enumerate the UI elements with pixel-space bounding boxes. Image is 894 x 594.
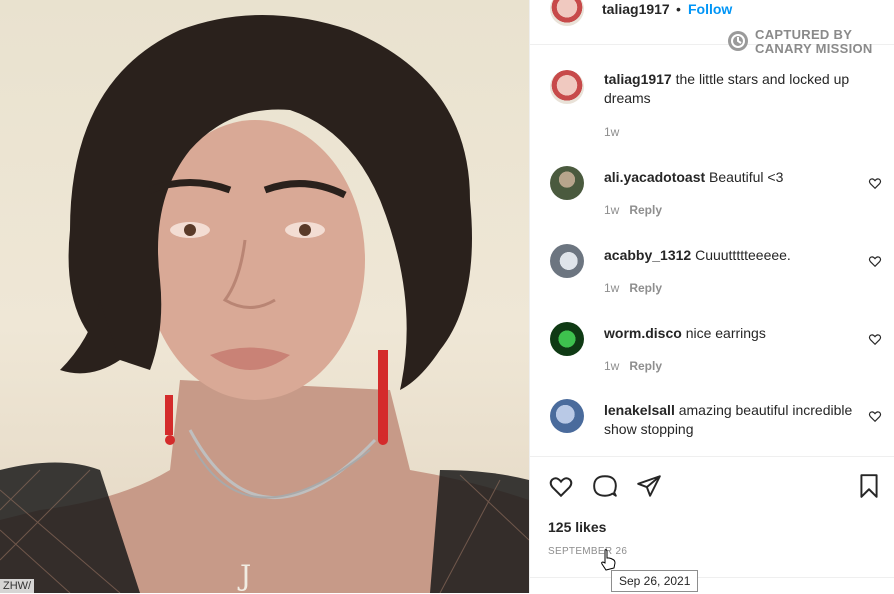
like-comment-heart-icon[interactable] [868, 176, 882, 190]
svg-text:J: J [237, 559, 251, 592]
like-comment-heart-icon[interactable] [868, 254, 882, 268]
capture-watermark: CAPTURED BY CANARY MISSION [728, 27, 888, 57]
save-bookmark-icon[interactable] [856, 473, 882, 499]
comment-meta: 1w Reply [604, 281, 662, 295]
commenter-avatar[interactable] [550, 244, 584, 278]
caption-meta: 1w [604, 125, 619, 139]
comment-time[interactable]: 1w [604, 281, 619, 295]
follow-button[interactable]: Follow [688, 1, 732, 17]
like-comment-heart-icon[interactable] [868, 409, 882, 423]
comment-username[interactable]: lenakelsall [604, 402, 675, 418]
share-paper-plane-icon[interactable] [636, 473, 662, 499]
watermark-line-1: CAPTURED BY [755, 27, 853, 42]
reply-button[interactable]: Reply [629, 281, 662, 295]
commenter-avatar[interactable] [550, 166, 584, 200]
comment-username[interactable]: acabby_1312 [604, 247, 691, 263]
caption-author-avatar[interactable] [550, 70, 584, 104]
author-avatar[interactable] [550, 0, 584, 26]
likes-count[interactable]: 125 likes [548, 519, 606, 535]
separator-dot: • [676, 1, 681, 17]
reply-button[interactable]: Reply [629, 203, 662, 217]
hand-cursor-icon [601, 549, 616, 571]
caption-time[interactable]: 1w [604, 125, 619, 139]
clock-icon [728, 31, 748, 51]
comment-bubble-icon[interactable] [592, 473, 618, 499]
comment-text-block: acabby_1312 Cuuuttttteeeee. [604, 246, 874, 265]
comment-meta: 1w Reply [604, 203, 662, 217]
caption-username[interactable]: taliag1917 [604, 71, 672, 87]
comment-box-divider [530, 577, 894, 578]
comment-text-block: worm.disco nice earrings [604, 324, 874, 343]
portrait-illustration: J [0, 15, 529, 593]
post-side-panel: taliag1917 • Follow CAPTURED BY CANARY M… [529, 0, 894, 593]
comment-text: Cuuuttttteeeee. [695, 247, 791, 263]
date-tooltip: Sep 26, 2021 [611, 570, 699, 592]
comment-text-block: ali.yacadotoast Beautiful <3 [604, 168, 874, 187]
comment-text: Beautiful <3 [709, 169, 784, 185]
comment-username[interactable]: ali.yacadotoast [604, 169, 705, 185]
commenter-avatar[interactable] [550, 399, 584, 433]
photo-caption-fragment: ZHW/ [0, 579, 35, 593]
comment-time[interactable]: 1w [604, 203, 619, 217]
post-photo[interactable]: J ZHW/ [0, 0, 529, 593]
comment-text: nice earrings [685, 325, 766, 341]
comment-username[interactable]: worm.disco [604, 325, 682, 341]
caption-text-block: taliag1917 the little stars and locked u… [604, 70, 874, 108]
commenter-avatar[interactable] [550, 322, 584, 356]
watermark-line-2: CANARY MISSION [755, 41, 873, 56]
comment-text-block: lenakelsall amazing beautiful incredible… [604, 401, 874, 439]
reply-button[interactable]: Reply [629, 359, 662, 373]
author-username[interactable]: taliag1917 [602, 1, 670, 17]
post-actions: 125 likes SEPTEMBER 26 Sep 26, 2021 [530, 456, 894, 594]
like-comment-heart-icon[interactable] [868, 332, 882, 346]
like-heart-icon[interactable] [548, 473, 574, 499]
comment-time[interactable]: 1w [604, 359, 619, 373]
comment-meta: 1w Reply [604, 359, 662, 373]
